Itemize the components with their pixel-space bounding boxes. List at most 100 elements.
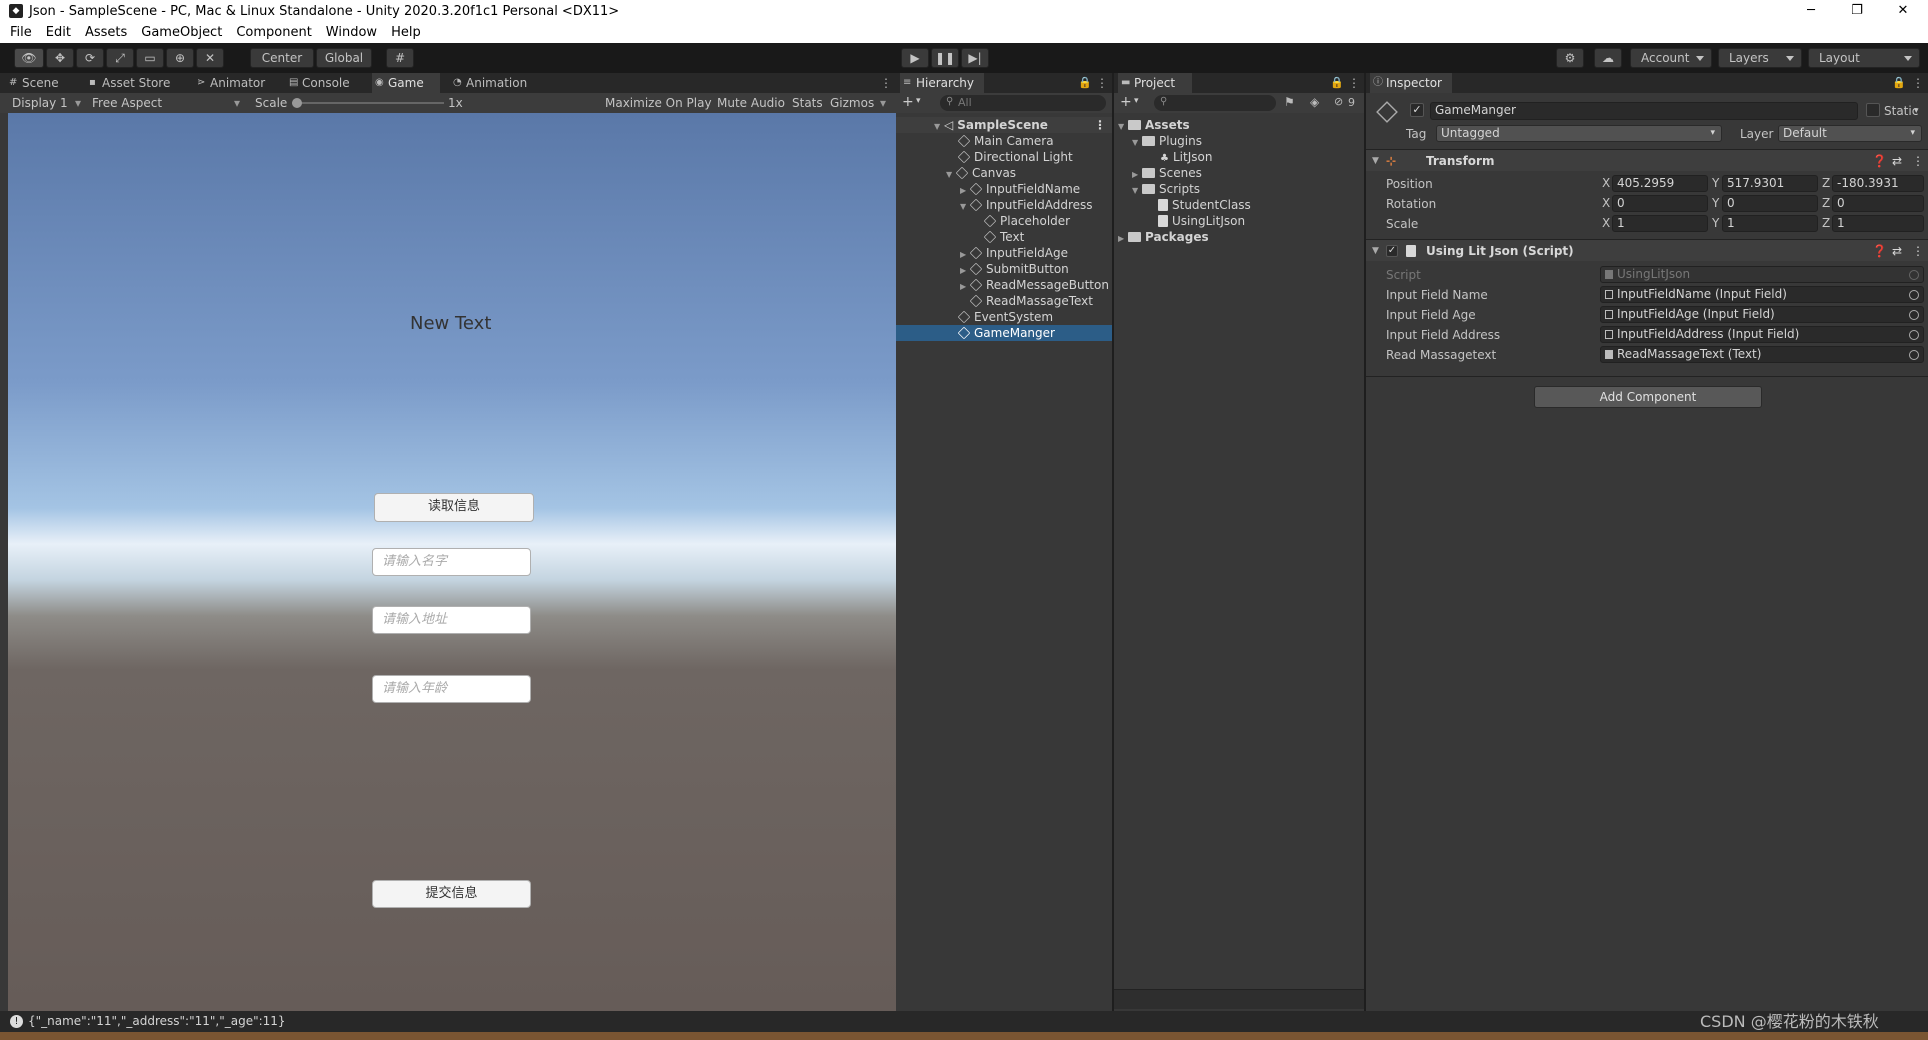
hidden-packages-icon[interactable]: ⊘: [1334, 95, 1343, 108]
scale-z-field[interactable]: 1: [1832, 215, 1924, 232]
hierarchy-item-placeholder[interactable]: Placeholder: [896, 213, 1112, 229]
submit-info-button[interactable]: 提交信息: [372, 880, 531, 908]
layer-dropdown[interactable]: Default ▾: [1778, 125, 1922, 142]
menu-file[interactable]: File: [10, 25, 32, 40]
aspect-dropdown[interactable]: Free Aspect: [92, 96, 162, 110]
cloud-icon[interactable]: ☁: [1594, 48, 1622, 68]
tab-game[interactable]: ◉ Game: [372, 73, 440, 93]
add-icon[interactable]: +: [1120, 94, 1132, 110]
name-input[interactable]: 请输入名字: [372, 548, 531, 576]
expand-arrow-icon[interactable]: ▼: [1372, 240, 1379, 262]
menu-assets[interactable]: Assets: [85, 25, 127, 40]
pivot-center-button[interactable]: Center: [250, 48, 314, 68]
transform-tool-icon[interactable]: ⊕: [166, 48, 194, 68]
minimize-button[interactable]: ─: [1788, 0, 1834, 22]
hierarchy-item-readmassagetext[interactable]: ReadMassageText: [896, 293, 1112, 309]
transform-header[interactable]: ▼ ⊹ Transform ❓ ⇄ ⋮: [1366, 149, 1928, 171]
hierarchy-item-gamemanger[interactable]: GameManger: [896, 325, 1112, 341]
hierarchy-item-inputfieldaddress[interactable]: ▼ InputFieldAddress: [896, 197, 1112, 213]
object-picker-icon[interactable]: [1909, 310, 1919, 320]
more-options-icon[interactable]: ⋮: [1348, 76, 1360, 90]
stats-toggle[interactable]: Stats: [792, 96, 823, 110]
hierarchy-item-submitbutton[interactable]: ▶ SubmitButton: [896, 261, 1112, 277]
lock-icon[interactable]: 🔒: [1892, 76, 1906, 89]
chevron-down-icon[interactable]: ▾: [916, 96, 921, 106]
lock-icon[interactable]: 🔒: [1078, 76, 1092, 89]
more-options-icon[interactable]: ⋮: [1912, 76, 1924, 90]
rotate-tool-icon[interactable]: ⟳: [76, 48, 104, 68]
chevron-down-icon[interactable]: ▾: [1914, 103, 1919, 119]
object-picker-icon[interactable]: [1909, 350, 1919, 360]
project-item-packages[interactable]: ▶ Packages: [1114, 229, 1364, 245]
age-input[interactable]: 请输入年龄: [372, 675, 531, 703]
input-field-name-reference[interactable]: InputFieldName (Input Field): [1600, 286, 1924, 303]
project-item-scenes[interactable]: ▶ Scenes: [1114, 165, 1364, 181]
account-dropdown[interactable]: Account: [1630, 48, 1712, 68]
mute-audio-toggle[interactable]: Mute Audio: [717, 96, 785, 110]
scale-y-field[interactable]: 1: [1722, 215, 1818, 232]
gizmos-dropdown[interactable]: Gizmos: [830, 96, 874, 110]
tab-asset-store[interactable]: ▪ Asset Store: [86, 73, 178, 93]
active-checkbox[interactable]: ✓: [1410, 103, 1424, 117]
script-component-header[interactable]: ▼ ✓ Using Lit Json (Script) ❓ ⇄ ⋮: [1366, 239, 1928, 261]
hierarchy-item-eventsystem[interactable]: EventSystem: [896, 309, 1112, 325]
object-picker-icon[interactable]: [1909, 290, 1919, 300]
read-massagetext-reference[interactable]: ReadMassageText (Text): [1600, 346, 1924, 363]
input-field-age-reference[interactable]: InputFieldAge (Input Field): [1600, 306, 1924, 323]
scale-slider-handle[interactable]: [292, 98, 302, 108]
status-bar[interactable]: ! {"_name":"11","_address":"11","_age":1…: [0, 1011, 1928, 1032]
preset-icon[interactable]: ⇄: [1892, 150, 1902, 172]
more-options-icon[interactable]: ⋮: [1096, 76, 1108, 90]
collab-icon[interactable]: ⚙: [1556, 48, 1584, 68]
rotation-x-field[interactable]: 0: [1612, 195, 1708, 212]
more-options-icon[interactable]: ⋮: [1912, 240, 1924, 262]
view-tool-icon[interactable]: 👁: [14, 48, 44, 68]
filter-label-icon[interactable]: ◈: [1310, 95, 1319, 109]
tab-hierarchy[interactable]: ≡ Hierarchy: [900, 73, 984, 93]
custom-tool-icon[interactable]: ✕: [196, 48, 224, 68]
hierarchy-item-canvas[interactable]: ▼ Canvas: [896, 165, 1112, 181]
object-name-input[interactable]: GameManger: [1430, 102, 1858, 120]
tag-dropdown[interactable]: Untagged ▾: [1436, 125, 1722, 142]
menu-gameobject[interactable]: GameObject: [141, 25, 222, 40]
more-options-icon[interactable]: ⋮: [880, 76, 892, 90]
add-component-button[interactable]: Add Component: [1534, 386, 1762, 408]
more-options-icon[interactable]: ⋮: [1094, 117, 1106, 133]
scale-tool-icon[interactable]: ⤢: [106, 48, 134, 68]
tab-scene[interactable]: # Scene: [6, 73, 76, 93]
menu-component[interactable]: Component: [236, 25, 311, 40]
hierarchy-item-inputfieldage[interactable]: ▶ InputFieldAge: [896, 245, 1112, 261]
filter-type-icon[interactable]: ⚑: [1284, 95, 1295, 109]
menu-edit[interactable]: Edit: [46, 25, 71, 40]
address-input[interactable]: 请输入地址: [372, 606, 531, 634]
project-item-litjson[interactable]: ♣ LitJson: [1114, 149, 1364, 165]
layers-dropdown[interactable]: Layers: [1718, 48, 1802, 68]
tab-project[interactable]: ▬ Project: [1118, 73, 1192, 93]
tab-console[interactable]: ▤ Console: [286, 73, 362, 93]
hierarchy-item-inputfieldname[interactable]: ▶ InputFieldName: [896, 181, 1112, 197]
hierarchy-item-directional-light[interactable]: Directional Light: [896, 149, 1112, 165]
add-icon[interactable]: +: [902, 94, 914, 110]
collapse-arrow-icon[interactable]: ▶: [1118, 231, 1128, 247]
tab-animation[interactable]: ◔ Animation: [450, 73, 536, 93]
hierarchy-item-main-camera[interactable]: Main Camera: [896, 133, 1112, 149]
hierarchy-search-input[interactable]: All: [940, 95, 1106, 111]
position-y-field[interactable]: 517.9301: [1722, 175, 1818, 192]
hierarchy-item-readmessagebutton[interactable]: ▶ ReadMessageButton: [896, 277, 1112, 293]
tab-inspector[interactable]: ⓘ Inspector: [1370, 73, 1452, 93]
static-checkbox[interactable]: [1866, 103, 1880, 117]
more-options-icon[interactable]: ⋮: [1912, 150, 1924, 172]
grid-snap-icon[interactable]: #: [386, 48, 414, 68]
component-enabled-checkbox[interactable]: ✓: [1386, 245, 1398, 257]
maximize-button[interactable]: ❐: [1834, 0, 1880, 22]
display-dropdown[interactable]: Display 1: [12, 96, 68, 110]
tab-animator[interactable]: ⋗ Animator: [194, 73, 274, 93]
scene-row[interactable]: ▼ ◁ SampleScene ⋮: [896, 117, 1112, 133]
pivot-global-button[interactable]: Global: [316, 48, 372, 68]
help-icon[interactable]: ❓: [1872, 150, 1887, 172]
preset-icon[interactable]: ⇄: [1892, 240, 1902, 262]
maximize-on-play-toggle[interactable]: Maximize On Play: [605, 96, 712, 110]
move-tool-icon[interactable]: ✥: [46, 48, 74, 68]
input-field-address-reference[interactable]: InputFieldAddress (Input Field): [1600, 326, 1924, 343]
menu-help[interactable]: Help: [391, 25, 421, 40]
